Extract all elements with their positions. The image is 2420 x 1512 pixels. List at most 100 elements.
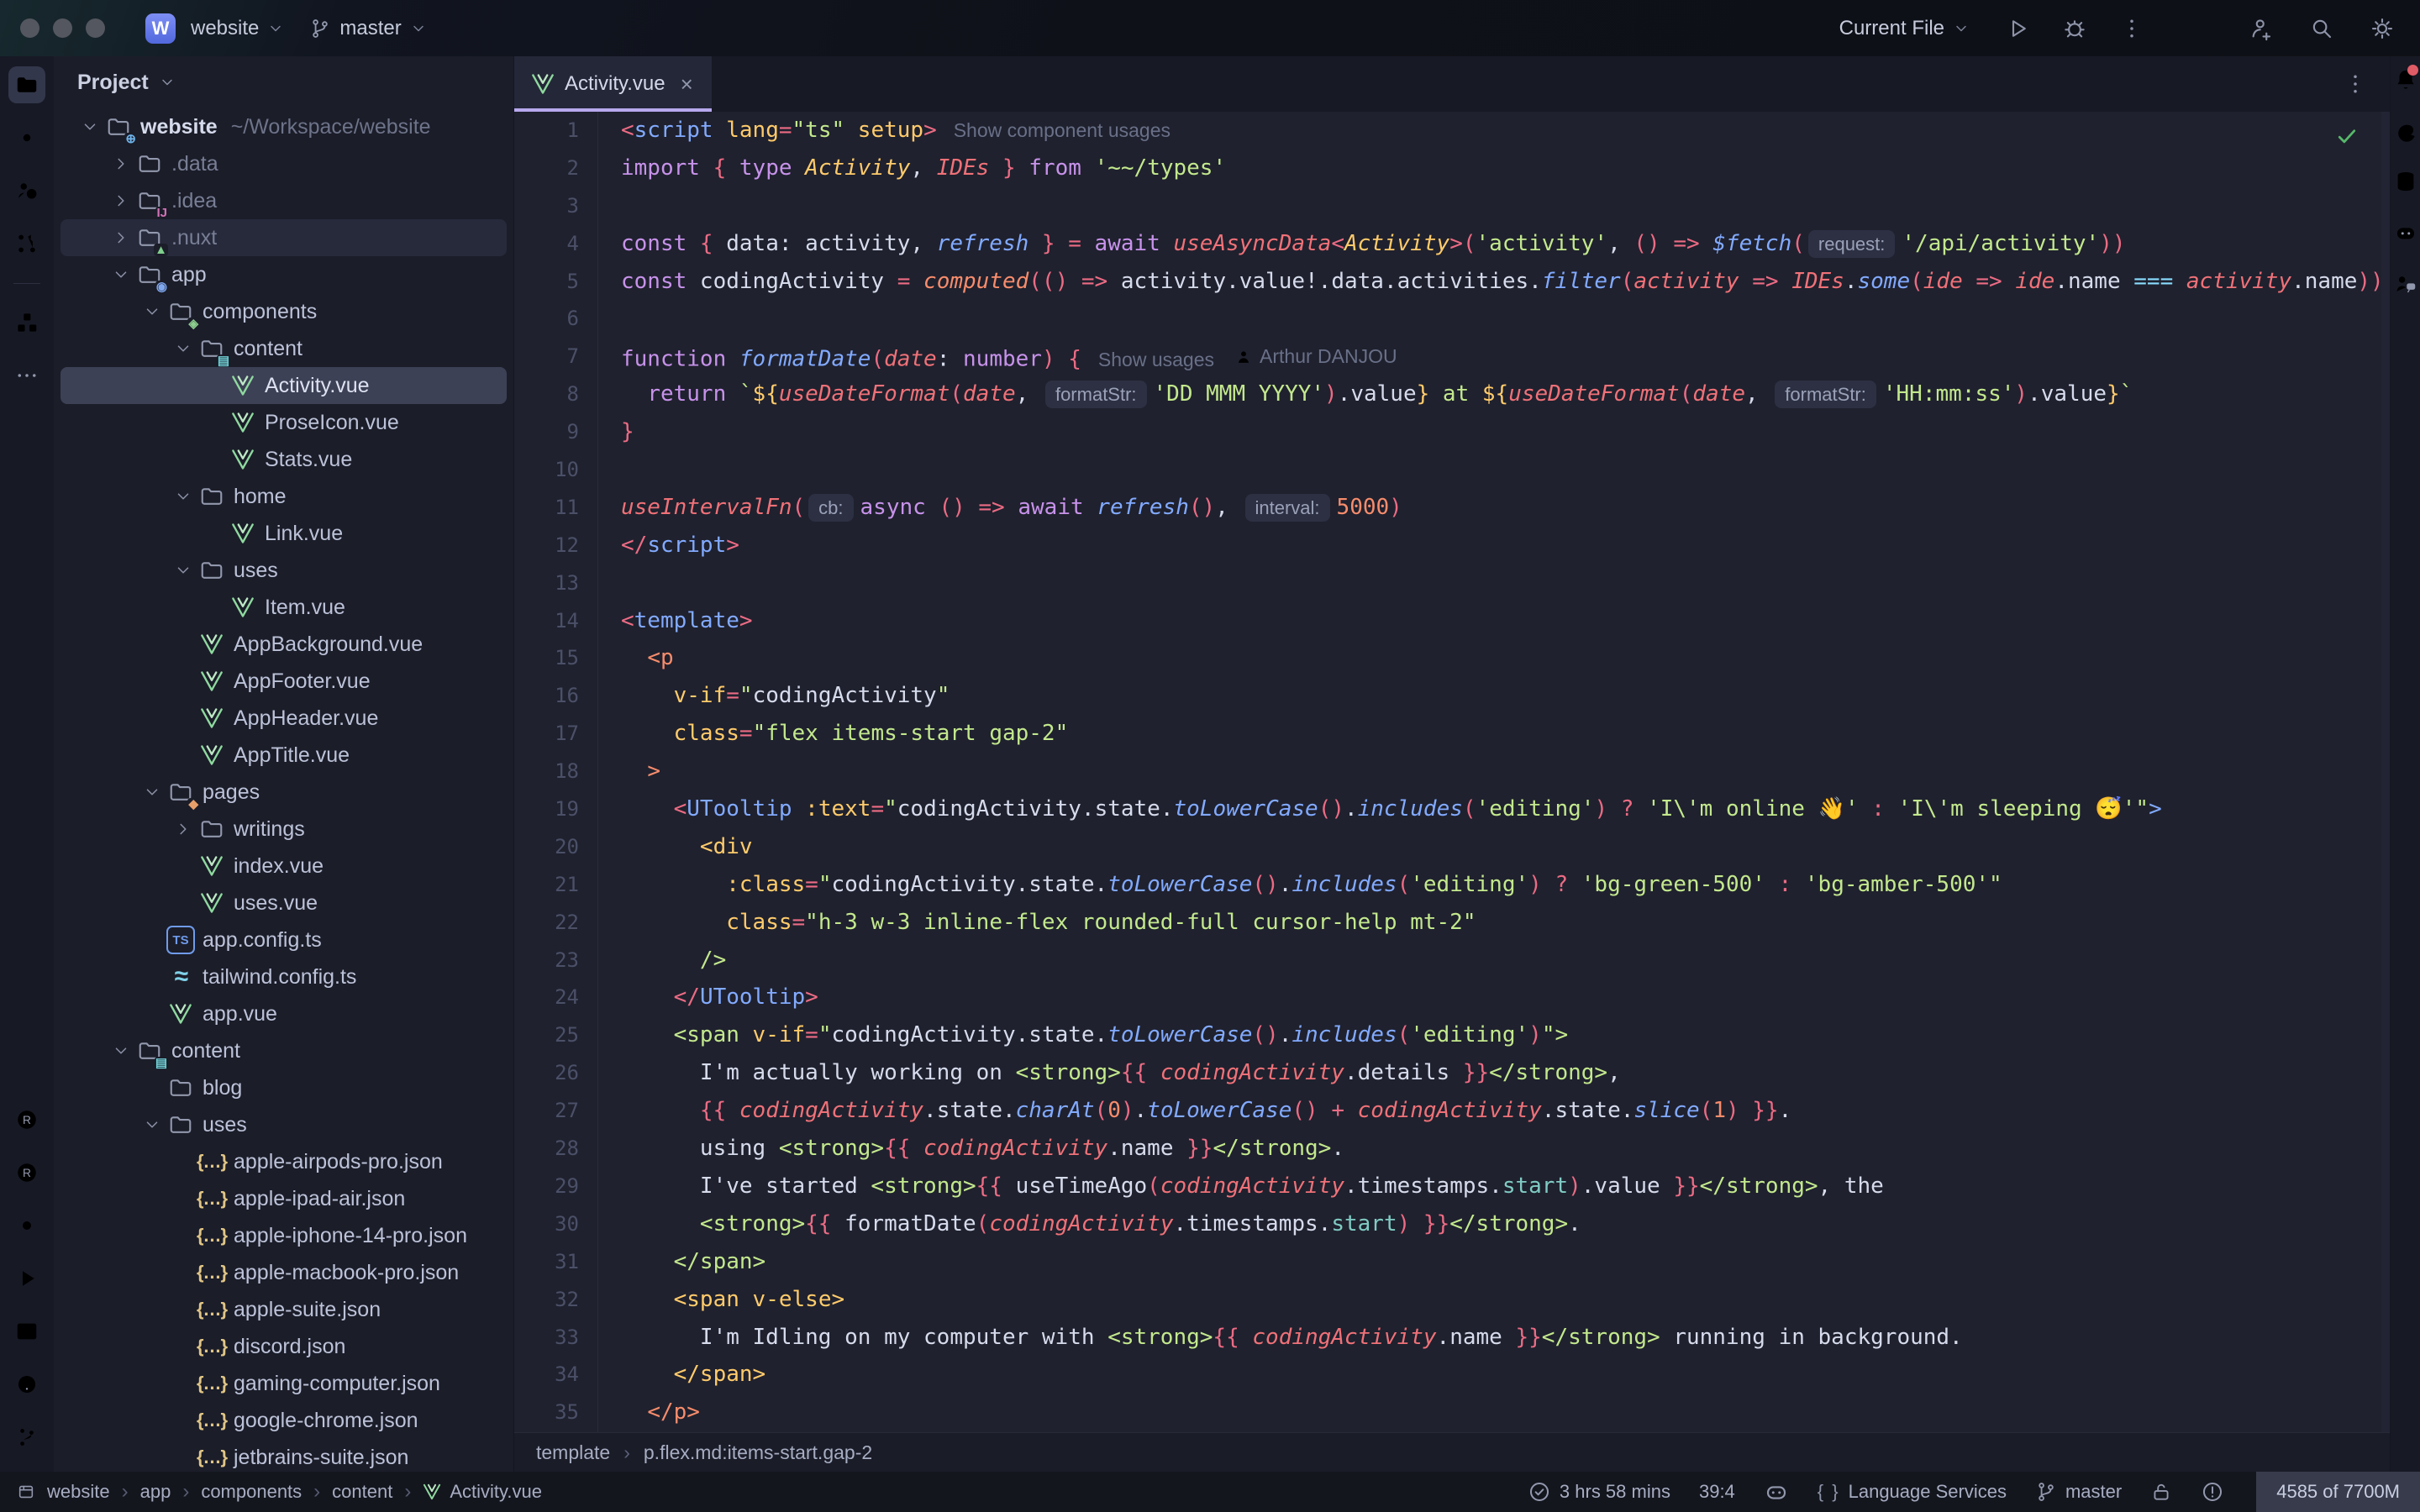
tree-item-app[interactable]: ◉app xyxy=(60,256,507,293)
inlay-hint[interactable]: formatStr: xyxy=(1045,381,1147,408)
tree-item-google-chrome-json[interactable]: {…}google-chrome.json xyxy=(60,1402,507,1439)
terminal-icon[interactable] xyxy=(8,1313,45,1350)
line-number[interactable]: 10 xyxy=(514,451,597,489)
commit-icon[interactable] xyxy=(8,119,45,156)
line-number[interactable]: 34 xyxy=(514,1356,597,1394)
notifications-icon[interactable] xyxy=(2393,66,2418,92)
code-line-14[interactable]: <template> xyxy=(621,602,2390,640)
inlay-hint[interactable]: request: xyxy=(1808,230,1896,258)
line-number[interactable]: 20 xyxy=(514,828,597,866)
tree-item-appbackground-vue[interactable]: AppBackground.vue xyxy=(60,626,507,663)
maximize-button[interactable] xyxy=(86,18,105,38)
code-line-25[interactable]: <span v-if="codingActivity.state.toLower… xyxy=(621,1016,2390,1054)
tree-item-content[interactable]: ▤content xyxy=(60,1032,507,1069)
chevron-down-icon[interactable] xyxy=(138,783,166,801)
more-actions-button[interactable] xyxy=(2119,16,2144,41)
line-number[interactable]: 1 xyxy=(514,112,597,150)
line-number[interactable]: 30 xyxy=(514,1205,597,1243)
tree-item-appfooter-vue[interactable]: AppFooter.vue xyxy=(60,663,507,700)
tree-item-pages[interactable]: ◆pages xyxy=(60,774,507,811)
tree-item-item-vue[interactable]: Item.vue xyxy=(60,589,507,626)
code-line-24[interactable]: </UTooltip> xyxy=(621,979,2390,1016)
tree-item-link-vue[interactable]: Link.vue xyxy=(60,515,507,552)
inspection-ok-icon[interactable] xyxy=(2334,123,2360,149)
code-line-20[interactable]: <div xyxy=(621,828,2390,866)
code-line-9[interactable]: } xyxy=(621,413,2390,451)
tree-item-apple-iphone-14-pro-json[interactable]: {…}apple-iphone-14-pro.json xyxy=(60,1217,507,1254)
code-vision-hint[interactable]: Show component usages xyxy=(954,119,1171,141)
tree-item-proseicon-vue[interactable]: ProseIcon.vue xyxy=(60,404,507,441)
code-line-4[interactable]: const { data: activity, refresh } = awai… xyxy=(621,225,2390,263)
tree-item-jetbrains-suite-json[interactable]: {…}jetbrains-suite.json xyxy=(60,1439,507,1472)
services-icon[interactable] xyxy=(8,1207,45,1244)
line-number[interactable]: 36 xyxy=(514,1431,597,1432)
line-number[interactable]: 7 xyxy=(514,338,597,375)
tree-item-app-vue[interactable]: app.vue xyxy=(60,995,507,1032)
project-panel-header[interactable]: Project xyxy=(54,56,513,108)
pull-requests-icon[interactable] xyxy=(8,225,45,262)
code-vision-hint[interactable]: Show usages xyxy=(1098,349,1214,370)
code-line-27[interactable]: {{ codingActivity.state.charAt(0).toLowe… xyxy=(621,1092,2390,1130)
editor-scrollbar[interactable] xyxy=(2381,112,2390,1432)
memory-indicator[interactable]: 4585 of 7700M xyxy=(2256,1472,2420,1512)
line-number[interactable]: 5 xyxy=(514,263,597,301)
tree-item-discord-json[interactable]: {…}discord.json xyxy=(60,1328,507,1365)
branch-widget[interactable]: master xyxy=(309,17,426,40)
tree-item-apple-airpods-pro-json[interactable]: {…}apple-airpods-pro.json xyxy=(60,1143,507,1180)
code-line-34[interactable]: </span> xyxy=(621,1356,2390,1394)
code-line-1[interactable]: <script lang="ts" setup>Show component u… xyxy=(621,112,2390,150)
line-number[interactable]: 3 xyxy=(514,187,597,225)
line-number[interactable]: 22 xyxy=(514,904,597,942)
code-line-28[interactable]: using <strong>{{ codingActivity.name }}<… xyxy=(621,1130,2390,1168)
line-number[interactable]: 25 xyxy=(514,1016,597,1054)
tree-item-blog[interactable]: blog xyxy=(60,1069,507,1106)
code-line-18[interactable]: > xyxy=(621,753,2390,790)
code-line-22[interactable]: class="h-3 w-3 inline-flex rounded-full … xyxy=(621,904,2390,942)
chevron-down-icon[interactable] xyxy=(76,118,104,136)
inlay-hint[interactable]: interval: xyxy=(1245,494,1330,522)
status-path-website[interactable]: website xyxy=(47,1481,110,1503)
line-number[interactable]: 23 xyxy=(514,942,597,979)
code-line-13[interactable] xyxy=(621,564,2390,602)
close-button[interactable] xyxy=(20,18,39,38)
inspections-widget[interactable] xyxy=(2201,1480,2224,1504)
line-number[interactable]: 2 xyxy=(514,150,597,187)
line-number[interactable]: 33 xyxy=(514,1319,597,1357)
chevron-down-icon[interactable] xyxy=(138,302,166,321)
code-line-23[interactable]: /> xyxy=(621,942,2390,979)
code-line-15[interactable]: <p xyxy=(621,639,2390,677)
line-number[interactable]: 27 xyxy=(514,1092,597,1130)
code-line-17[interactable]: class="flex items-start gap-2" xyxy=(621,715,2390,753)
code-line-21[interactable]: :class="codingActivity.state.toLowerCase… xyxy=(621,866,2390,904)
tree-item-uses-vue[interactable]: uses.vue xyxy=(60,885,507,921)
tree-item-uses[interactable]: uses xyxy=(60,1106,507,1143)
line-number[interactable]: 11 xyxy=(514,489,597,527)
tree-item-uses[interactable]: uses xyxy=(60,552,507,589)
line-number[interactable]: 31 xyxy=(514,1243,597,1281)
code-line-26[interactable]: I'm actually working on <strong>{{ codin… xyxy=(621,1054,2390,1092)
code-line-6[interactable] xyxy=(621,300,2390,338)
line-number[interactable]: 6 xyxy=(514,300,597,338)
tree-item-apptitle-vue[interactable]: AppTitle.vue xyxy=(60,737,507,774)
line-number[interactable]: 35 xyxy=(514,1394,597,1431)
tab-activity-vue[interactable]: Activity.vue × xyxy=(514,56,712,112)
tree-item--data[interactable]: .data xyxy=(60,145,507,182)
tree-item-activity-vue[interactable]: Activity.vue xyxy=(60,367,507,404)
line-number[interactable]: 15 xyxy=(514,639,597,677)
chevron-down-icon[interactable] xyxy=(107,1042,135,1060)
code-with-me-users-icon[interactable] xyxy=(2393,271,2418,297)
tree-item-app-config-ts[interactable]: TSapp.config.ts xyxy=(60,921,507,958)
code-line-2[interactable]: import { type Activity, IDEs } from '~~/… xyxy=(621,150,2390,187)
structure-icon[interactable] xyxy=(8,304,45,341)
chevron-right-icon[interactable] xyxy=(107,155,135,173)
tree-item-apple-suite-json[interactable]: {…}apple-suite.json xyxy=(60,1291,507,1328)
code-line-16[interactable]: v-if="codingActivity" xyxy=(621,677,2390,715)
chevron-down-icon[interactable] xyxy=(169,339,197,358)
code-line-33[interactable]: I'm Idling on my computer with <strong>{… xyxy=(621,1319,2390,1357)
search-everywhere-button[interactable] xyxy=(2309,16,2334,41)
project-widget[interactable]: website xyxy=(191,17,284,40)
code-line-36[interactable]: <p xyxy=(621,1431,2390,1432)
add-user-button[interactable] xyxy=(2249,16,2274,41)
breadcrumb-element[interactable]: p.flex.md:items-start.gap-2 xyxy=(644,1441,872,1464)
problems-icon[interactable] xyxy=(8,1366,45,1403)
